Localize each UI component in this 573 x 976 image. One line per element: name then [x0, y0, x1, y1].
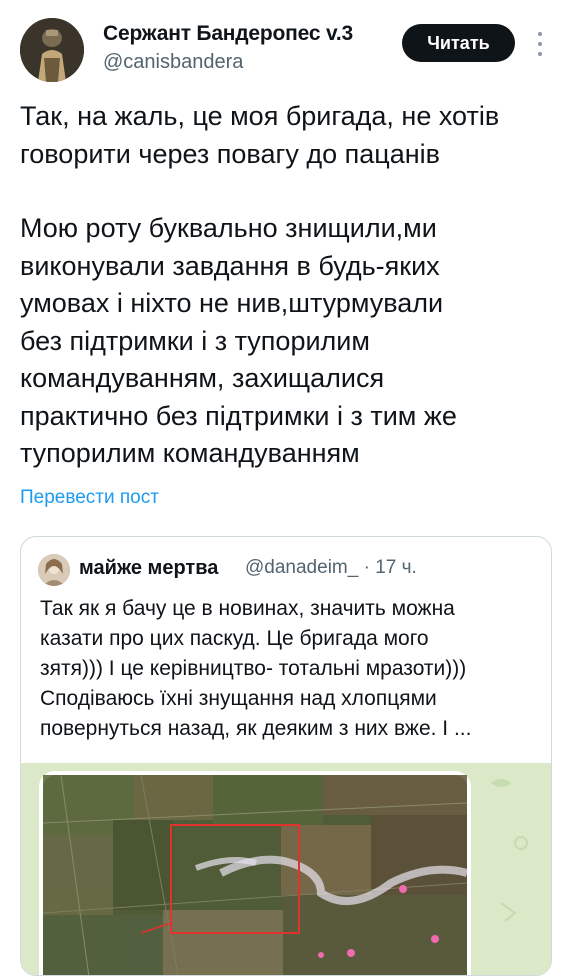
translate-post-link[interactable]: Перевести пост: [20, 487, 159, 509]
quoted-post-card[interactable]: майже мертва @danadeim_ · 17 ч. Так як я…: [20, 536, 552, 976]
quote-author-avatar[interactable]: [38, 554, 70, 586]
tweet-line: Так, на жаль, це моя бригада, не хотів: [20, 101, 500, 131]
more-dot: [538, 32, 542, 36]
quote-line: зятя))) І це керівництво- тотальні мразо…: [40, 657, 467, 680]
quote-line: повернуться назад, як деяким з них вже. …: [40, 717, 472, 740]
quote-line: Так як я бачу це в новинах, значить можн…: [40, 597, 455, 620]
satellite-map-image: [21, 763, 551, 975]
quote-author-name[interactable]: майже мертва: [79, 557, 218, 580]
tweet-line: без підтримки і з тупорилим: [20, 325, 370, 356]
tweet-paragraph-gap: [20, 173, 560, 210]
tweet-line: тупорилим командуванням: [20, 438, 360, 468]
more-dot: [538, 52, 542, 56]
author-avatar[interactable]: [20, 18, 84, 82]
soldier-avatar-icon: [20, 18, 84, 82]
tweet-line: виконували завдання в будь-яких: [20, 250, 440, 281]
more-dot: [538, 42, 542, 46]
quote-author-handle[interactable]: @danadeim_ · 17 ч.: [245, 557, 417, 579]
tweet-text: Так, на жаль, це моя бригада, не хотів г…: [20, 98, 560, 473]
quote-line: казати про цих паскуд. Це бригада мого: [40, 627, 429, 650]
tweet-line: Мою роту буквально знищили,ми: [20, 213, 437, 243]
person-avatar-icon: [38, 554, 70, 586]
quote-text: Так як я бачу це в новинах, значить можн…: [40, 594, 545, 744]
tweet-line: командуванням, захищалися: [20, 363, 385, 393]
author-name[interactable]: Сержант Бандеропес v.3: [103, 22, 353, 46]
tweet-line: умовах і ніхто не нив,штурмували: [20, 288, 444, 318]
quote-line: Сподіваюсь їхні знущання над хлопцями: [40, 687, 437, 710]
more-vertical-icon[interactable]: [534, 32, 546, 56]
tweet-line: говорити через повагу до пацанів: [20, 138, 440, 169]
quote-media[interactable]: [21, 763, 551, 975]
author-handle[interactable]: @canisbandera: [103, 51, 243, 74]
read-button[interactable]: Читать: [402, 24, 515, 62]
tweet-line: практично без підтримки і з тим же: [20, 400, 457, 431]
